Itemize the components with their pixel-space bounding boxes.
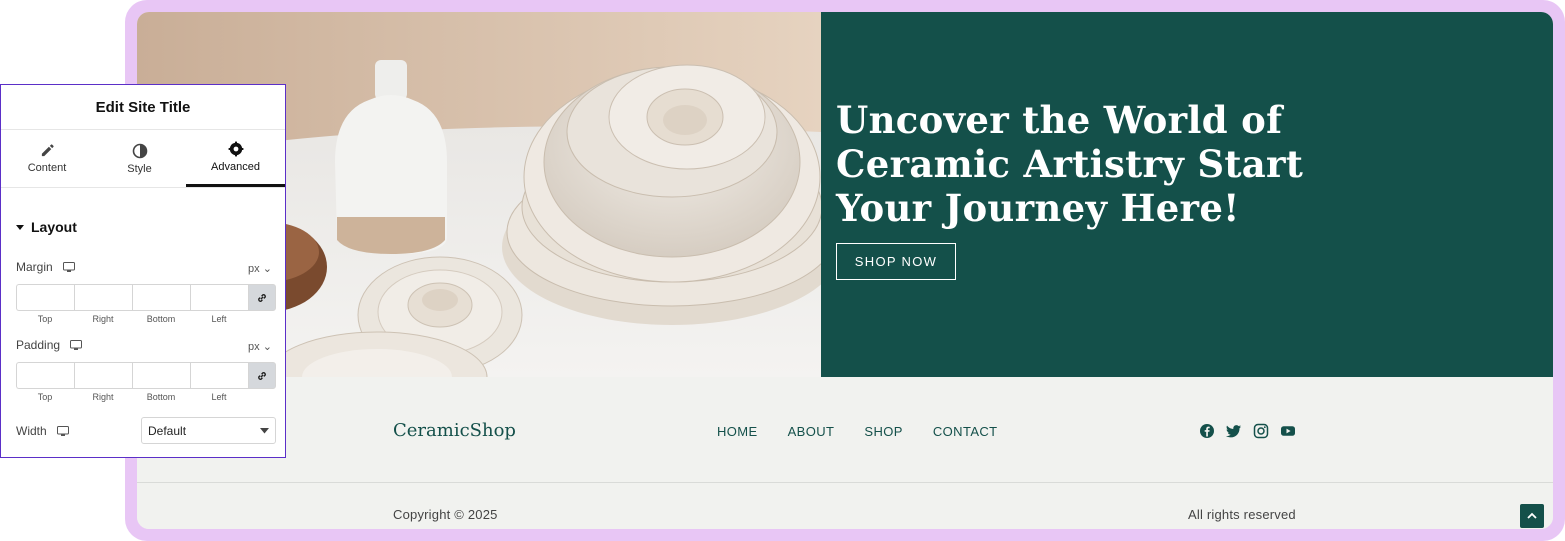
padding-left-input[interactable] xyxy=(190,362,248,389)
padding-label-row: Padding xyxy=(16,338,83,352)
panel-title: Edit Site Title xyxy=(1,85,285,130)
layout-section-toggle[interactable]: Layout xyxy=(16,219,77,235)
padding-left-label: Left xyxy=(211,392,227,402)
nav-contact-link[interactable]: CONTACT xyxy=(933,424,998,439)
layout-section-title: Layout xyxy=(31,219,77,235)
padding-right-label: Right xyxy=(92,392,114,402)
margin-left-label: Left xyxy=(211,314,227,324)
nav-shop-link[interactable]: SHOP xyxy=(864,424,902,439)
social-links xyxy=(1199,423,1296,439)
padding-unit: px xyxy=(248,341,260,353)
padding-right-input[interactable] xyxy=(74,362,132,389)
instagram-icon[interactable] xyxy=(1253,423,1269,439)
tab-style-label: Style xyxy=(127,162,152,175)
link-icon xyxy=(258,371,266,380)
footer-nav: HOME ABOUT SHOP CONTACT xyxy=(717,424,998,439)
scroll-to-top-button[interactable] xyxy=(1520,504,1544,528)
pencil-icon xyxy=(41,144,54,157)
margin-top-label: Top xyxy=(37,314,53,324)
width-label-row: Width xyxy=(16,424,69,438)
hero-title: Uncover the World of Ceramic Artistry St… xyxy=(836,98,1304,230)
tab-style[interactable]: Style xyxy=(93,130,186,187)
twitter-icon[interactable] xyxy=(1226,423,1242,439)
facebook-icon[interactable] xyxy=(1199,423,1215,439)
tab-content[interactable]: Content xyxy=(1,130,93,187)
padding-top-input[interactable] xyxy=(16,362,74,389)
margin-top-input[interactable] xyxy=(16,284,74,311)
margin-left-input[interactable] xyxy=(190,284,248,311)
margin-label: Margin xyxy=(16,260,53,274)
margin-right-input[interactable] xyxy=(74,284,132,311)
caret-down-icon xyxy=(260,427,269,433)
padding-bottom-label: Bottom xyxy=(146,392,176,402)
copyright-text: Copyright © 2025 xyxy=(393,507,498,522)
padding-dim-labels: Top Right Bottom Left xyxy=(16,392,248,402)
padding-top-label: Top xyxy=(37,392,53,402)
margin-bottom-input[interactable] xyxy=(132,284,190,311)
desktop-icon[interactable] xyxy=(62,261,75,273)
padding-inputs xyxy=(16,362,276,389)
nav-about-link[interactable]: ABOUT xyxy=(788,424,835,439)
margin-inputs xyxy=(16,284,276,311)
margin-dim-labels: Top Right Bottom Left xyxy=(16,314,248,324)
margin-label-row: Margin xyxy=(16,260,75,274)
gear-icon xyxy=(228,141,243,157)
footer-brand[interactable]: CeramicShop xyxy=(393,420,516,441)
margin-link-button[interactable] xyxy=(248,284,276,311)
footer-divider xyxy=(137,482,1553,483)
chevron-down-icon: ⌄ xyxy=(262,263,272,275)
tab-content-label: Content xyxy=(27,162,67,174)
chevron-down-icon: ⌄ xyxy=(262,341,272,353)
width-select[interactable]: Default xyxy=(141,417,276,444)
shop-now-button[interactable]: SHOP NOW xyxy=(836,243,956,280)
edit-panel: Edit Site Title Content Style Advanced L… xyxy=(0,84,286,458)
site-preview: Uncover the World of Ceramic Artistry St… xyxy=(137,12,1553,529)
padding-link-button[interactable] xyxy=(248,362,276,389)
nav-home-link[interactable]: HOME xyxy=(717,424,758,439)
chevron-up-icon xyxy=(1527,512,1537,519)
link-icon xyxy=(258,293,266,302)
padding-bottom-input[interactable] xyxy=(132,362,190,389)
margin-bottom-label: Bottom xyxy=(146,314,176,324)
desktop-icon[interactable] xyxy=(56,425,69,437)
site-footer: CeramicShop HOME ABOUT SHOP CONTACT Copy… xyxy=(137,377,1553,529)
margin-unit-select[interactable]: px ⌄ xyxy=(248,262,272,275)
padding-label: Padding xyxy=(16,338,61,352)
rights-text: All rights reserved xyxy=(1188,507,1296,522)
panel-tabs: Content Style Advanced xyxy=(1,130,285,188)
width-select-value: Default xyxy=(148,423,187,438)
margin-right-label: Right xyxy=(92,314,114,324)
desktop-icon[interactable] xyxy=(70,339,83,351)
hero-panel: Uncover the World of Ceramic Artistry St… xyxy=(821,12,1553,377)
margin-unit: px xyxy=(248,263,260,275)
tab-advanced[interactable]: Advanced xyxy=(186,130,285,187)
padding-unit-select[interactable]: px ⌄ xyxy=(248,340,272,353)
youtube-icon[interactable] xyxy=(1280,423,1296,439)
contrast-icon xyxy=(132,143,147,158)
caret-down-icon xyxy=(16,225,24,230)
width-label: Width xyxy=(16,424,47,438)
tab-advanced-label: Advanced xyxy=(211,161,260,173)
